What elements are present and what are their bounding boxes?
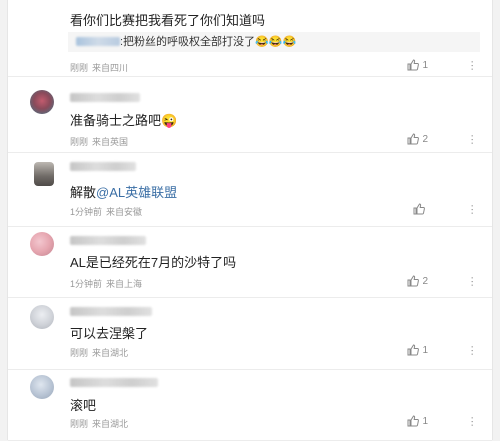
comment-time: 刚刚 <box>70 63 89 73</box>
comment-location: 来自英国 <box>92 137 129 147</box>
comment-text: 滚吧 <box>70 398 97 413</box>
comment-meta: 刚刚 来自英国 <box>70 135 128 148</box>
like-count: 2 <box>422 133 428 145</box>
comment-location: 来自湖北 <box>92 348 129 358</box>
quote-text: :把粉丝的呼吸权全部打没了 <box>120 36 256 48</box>
mention-link[interactable]: @AL英雄联盟 <box>96 185 177 200</box>
comment-location: 来自安徽 <box>106 207 143 217</box>
more-dots-icon[interactable]: ⋯ <box>466 204 479 215</box>
like-count: 1 <box>422 344 428 356</box>
reply-quote[interactable]: :把粉丝的呼吸权全部打没了😂😂😂 <box>68 32 480 52</box>
more-dots-icon[interactable]: ⋯ <box>466 60 479 71</box>
avatar[interactable] <box>30 90 54 114</box>
comment-time: 刚刚 <box>70 348 89 358</box>
comment-time: 1分钟前 <box>70 207 103 217</box>
thumbs-up-icon <box>407 275 420 287</box>
like-button[interactable]: 1 <box>407 59 428 71</box>
comment-emoji: 😜 <box>161 113 178 128</box>
comment-item: 准备骑士之路吧😜 刚刚 来自英国 2 ⋯ <box>8 76 492 153</box>
thumbs-up-icon <box>407 133 420 145</box>
comment-item: 可以去涅槃了 刚刚 来自湖北 1 ⋯ <box>8 297 492 370</box>
comment-text: 解散@AL英雄联盟 <box>70 182 177 201</box>
like-button[interactable] <box>413 203 428 215</box>
comment-location: 来自湖北 <box>92 419 129 429</box>
like-button[interactable]: 2 <box>407 275 428 287</box>
comment-location: 来自上海 <box>106 279 143 289</box>
thumbs-up-icon <box>407 415 420 427</box>
comment-text: 可以去涅槃了 <box>70 326 149 341</box>
comment-item: 解散@AL英雄联盟 1分钟前 来自安徽 ⋯ <box>8 152 492 227</box>
comment-meta: 刚刚 来自湖北 <box>70 346 128 359</box>
like-button[interactable]: 2 <box>407 133 428 145</box>
comment-item: 滚吧 刚刚 来自湖北 1 ⋯ <box>8 369 492 441</box>
thumbs-up-icon <box>407 344 420 356</box>
comment-text-body: 准备骑士之路吧 <box>70 113 162 128</box>
avatar[interactable] <box>30 232 54 256</box>
avatar[interactable] <box>30 305 54 329</box>
comment-meta: 1分钟前 来自上海 <box>70 277 142 290</box>
more-dots-icon[interactable]: ⋯ <box>466 276 479 287</box>
comment-text: 看你们比赛把我看死了你们知道吗 <box>70 13 266 28</box>
username-blurred[interactable] <box>70 307 152 316</box>
comment-text: 准备骑士之路吧😜 <box>70 110 177 129</box>
comment-time: 1分钟前 <box>70 279 103 289</box>
more-dots-icon[interactable]: ⋯ <box>466 416 479 427</box>
comment-text-body: 解散 <box>70 185 97 200</box>
comment-time: 刚刚 <box>70 419 89 429</box>
comment-text: AL是已经死在7月的沙特了吗 <box>70 255 237 270</box>
like-count: 2 <box>422 275 428 287</box>
comment-location: 来自四川 <box>92 63 129 73</box>
like-count: 1 <box>422 415 428 427</box>
username-blurred[interactable] <box>70 378 158 387</box>
thumbs-up-icon <box>407 59 420 71</box>
comment-meta: 1分钟前 来自安徽 <box>70 205 142 218</box>
comment-item: 看你们比赛把我看死了你们知道吗 :把粉丝的呼吸权全部打没了😂😂😂 刚刚 来自四川 … <box>8 0 492 77</box>
quoted-username-blurred[interactable] <box>76 37 120 46</box>
more-dots-icon[interactable]: ⋯ <box>466 134 479 145</box>
avatar[interactable] <box>30 375 54 399</box>
like-button[interactable]: 1 <box>407 344 428 356</box>
username-blurred[interactable] <box>70 93 140 102</box>
comment-time: 刚刚 <box>70 137 89 147</box>
username-blurred[interactable] <box>70 236 146 245</box>
quote-emoji: 😂😂😂 <box>255 36 297 48</box>
comment-meta: 刚刚 来自四川 <box>70 61 128 74</box>
comment-meta: 刚刚 来自湖北 <box>70 417 128 430</box>
comment-item: AL是已经死在7月的沙特了吗 1分钟前 来自上海 2 ⋯ <box>8 226 492 298</box>
username-blurred[interactable] <box>70 162 136 171</box>
thumbs-up-icon <box>413 203 425 215</box>
more-dots-icon[interactable]: ⋯ <box>466 345 479 356</box>
like-button[interactable]: 1 <box>407 415 428 427</box>
like-count: 1 <box>422 59 428 71</box>
avatar[interactable] <box>34 162 54 186</box>
comment-list: 看你们比赛把我看死了你们知道吗 :把粉丝的呼吸权全部打没了😂😂😂 刚刚 来自四川 … <box>7 0 493 441</box>
